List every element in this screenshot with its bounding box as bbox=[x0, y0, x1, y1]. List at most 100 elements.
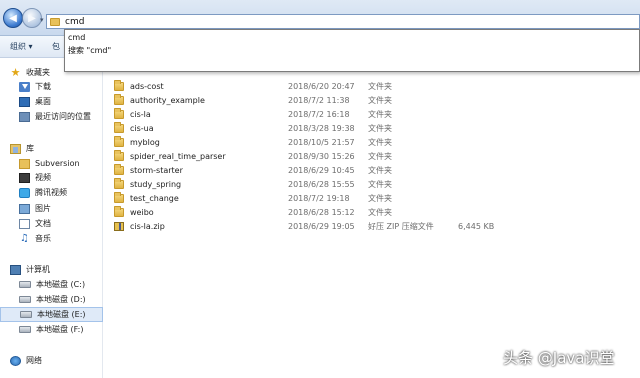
tencent-video-icon bbox=[19, 187, 30, 198]
nav-item-label: 视频 bbox=[35, 173, 51, 182]
computer-icon bbox=[10, 264, 21, 275]
list-item[interactable]: cis-la.zip 2018/6/29 19:05 好压 ZIP 压缩文件 6… bbox=[114, 219, 514, 233]
nav-item-label: 图片 bbox=[35, 204, 51, 213]
file-date: 2018/3/28 19:38 bbox=[288, 123, 355, 133]
address-input[interactable]: cmd bbox=[46, 14, 640, 29]
zip-archive-icon bbox=[114, 221, 124, 231]
libraries-label: 库 bbox=[26, 144, 34, 153]
file-date: 2018/7/2 19:18 bbox=[288, 193, 350, 203]
arrow-left-icon: ◀ bbox=[9, 12, 17, 24]
folder-icon bbox=[114, 191, 124, 203]
list-item[interactable]: cis-la 2018/7/2 16:18 文件夹 bbox=[114, 107, 514, 121]
file-date: 2018/6/29 19:05 bbox=[288, 221, 355, 231]
list-item[interactable]: authority_example 2018/7/2 11:38 文件夹 bbox=[114, 93, 514, 107]
folder-icon bbox=[114, 93, 124, 105]
recent-places-icon bbox=[19, 111, 30, 122]
file-type: 文件夹 bbox=[368, 123, 392, 133]
hard-disk-icon bbox=[19, 296, 31, 303]
autocomplete-item[interactable]: cmd bbox=[68, 33, 85, 42]
arrow-right-icon: ▶ bbox=[28, 12, 36, 24]
favorites-label: 收藏夹 bbox=[26, 68, 50, 77]
download-folder-icon bbox=[19, 81, 30, 92]
network-icon bbox=[10, 355, 21, 366]
list-item[interactable]: test_change 2018/7/2 19:18 文件夹 bbox=[114, 191, 514, 205]
watermark: 头条 @Java识堂 bbox=[503, 349, 615, 367]
list-item[interactable]: myblog 2018/10/5 21:57 文件夹 bbox=[114, 135, 514, 149]
computer-label: 计算机 bbox=[26, 265, 50, 274]
list-item[interactable]: spider_real_time_parser 2018/9/30 15:26 … bbox=[114, 149, 514, 163]
file-type: 文件夹 bbox=[368, 109, 392, 119]
library-icon bbox=[10, 143, 21, 154]
file-date: 2018/6/20 20:47 bbox=[288, 81, 355, 91]
file-name: spider_real_time_parser bbox=[130, 151, 226, 161]
nav-item-label: 本地磁盘 (C:) bbox=[36, 280, 86, 289]
file-name: test_change bbox=[130, 193, 179, 203]
network-label: 网络 bbox=[26, 356, 42, 365]
file-size: 6,445 KB bbox=[458, 221, 495, 231]
file-name: study_spring bbox=[130, 179, 182, 189]
file-type: 文件夹 bbox=[368, 81, 392, 91]
navigation-pane: ★ 收藏夹 下载 桌面 最近访问的位置 库 Subversion 视频 腾讯视频… bbox=[0, 59, 103, 378]
desktop-icon bbox=[19, 96, 30, 107]
list-item[interactable]: storm-starter 2018/6/29 10:45 文件夹 bbox=[114, 163, 514, 177]
nav-item-label: 音乐 bbox=[35, 234, 51, 243]
nav-item-label: Subversion bbox=[35, 159, 80, 168]
list-item[interactable]: weibo 2018/6/28 15:12 文件夹 bbox=[114, 205, 514, 219]
file-date: 2018/6/28 15:55 bbox=[288, 179, 355, 189]
recent-pages-dropdown[interactable]: ▾ bbox=[40, 16, 44, 24]
list-item[interactable]: cis-ua 2018/3/28 19:38 文件夹 bbox=[114, 121, 514, 135]
hard-disk-icon bbox=[20, 311, 32, 318]
file-date: 2018/10/5 21:57 bbox=[288, 137, 355, 147]
forward-button[interactable]: ▶ bbox=[22, 8, 42, 28]
nav-item-label: 本地磁盘 (D:) bbox=[36, 295, 86, 304]
nav-item-drive-e[interactable]: 本地磁盘 (E:) bbox=[0, 307, 103, 322]
network-header[interactable]: 网络 bbox=[10, 353, 113, 368]
file-name: ads-cost bbox=[130, 81, 164, 91]
file-type: 文件夹 bbox=[368, 193, 392, 203]
back-button[interactable]: ◀ bbox=[3, 8, 23, 28]
file-name: storm-starter bbox=[130, 165, 183, 175]
svn-folder-icon bbox=[19, 158, 30, 169]
file-date: 2018/6/28 15:12 bbox=[288, 207, 355, 217]
folder-icon bbox=[114, 149, 124, 161]
file-type: 文件夹 bbox=[368, 207, 392, 217]
nav-item-label: 最近访问的位置 bbox=[35, 112, 91, 121]
file-list: ads-cost 2018/6/20 20:47 文件夹 authority_e… bbox=[104, 59, 640, 378]
computer-header[interactable]: 计算机 bbox=[10, 262, 113, 277]
folder-icon bbox=[114, 135, 124, 147]
file-name: cis-la bbox=[130, 109, 151, 119]
autocomplete-search-item[interactable]: 搜索 "cmd" bbox=[68, 45, 111, 56]
star-icon: ★ bbox=[10, 65, 21, 79]
libraries-header[interactable]: 库 bbox=[10, 141, 113, 156]
folder-icon bbox=[114, 163, 124, 175]
list-item[interactable]: ads-cost 2018/6/20 20:47 文件夹 bbox=[114, 79, 514, 93]
address-value[interactable]: cmd bbox=[65, 17, 84, 27]
nav-item-label: 桌面 bbox=[35, 97, 51, 106]
hard-disk-icon bbox=[19, 281, 31, 288]
file-type: 文件夹 bbox=[368, 95, 392, 105]
nav-item-label: 本地磁盘 (F:) bbox=[36, 325, 84, 334]
file-date: 2018/7/2 16:18 bbox=[288, 109, 350, 119]
file-name: cis-la.zip bbox=[130, 221, 165, 231]
folder-icon bbox=[114, 121, 124, 133]
folder-icon bbox=[114, 79, 124, 91]
organize-button[interactable]: 组织 ▾ bbox=[10, 41, 33, 52]
music-library-icon: ♫ bbox=[20, 232, 29, 244]
file-date: 2018/6/29 10:45 bbox=[288, 165, 355, 175]
include-in-library-button[interactable]: 包 bbox=[52, 41, 60, 52]
file-date: 2018/7/2 11:38 bbox=[288, 95, 350, 105]
nav-item-label: 本地磁盘 (E:) bbox=[37, 310, 86, 319]
file-type: 文件夹 bbox=[368, 165, 392, 175]
file-type: 文件夹 bbox=[368, 179, 392, 189]
file-type: 文件夹 bbox=[368, 151, 392, 161]
nav-item-label: 腾讯视频 bbox=[35, 188, 67, 197]
video-library-icon bbox=[19, 172, 30, 183]
file-name: weibo bbox=[130, 207, 154, 217]
nav-item-label: 下载 bbox=[35, 82, 51, 91]
folder-icon bbox=[50, 17, 60, 26]
file-type: 好压 ZIP 压缩文件 bbox=[368, 221, 434, 231]
folder-icon bbox=[114, 107, 124, 119]
list-item[interactable]: study_spring 2018/6/28 15:55 文件夹 bbox=[114, 177, 514, 191]
folder-icon bbox=[114, 177, 124, 189]
documents-library-icon bbox=[19, 218, 30, 229]
